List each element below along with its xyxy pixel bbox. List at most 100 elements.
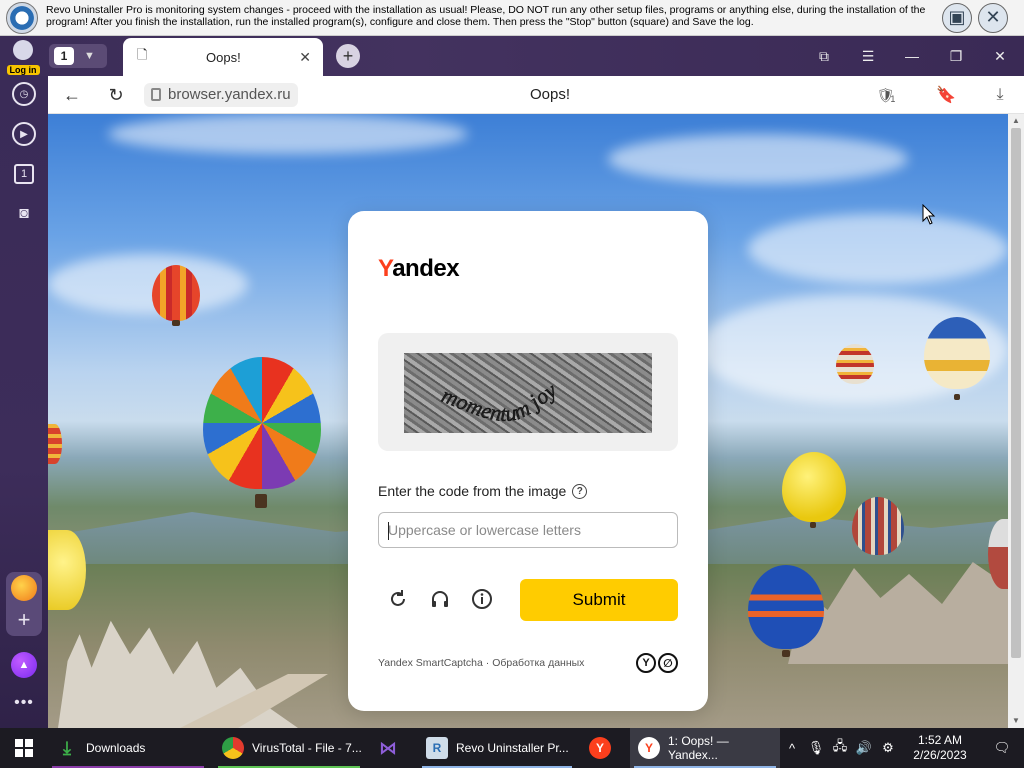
screenshot-icon[interactable]: ◙ [12,202,36,226]
captcha-footer[interactable]: Yandex SmartCaptcha · Обработка данных [378,657,584,669]
protect-badge: 1 [890,94,896,104]
browser-sidebar: ◷ ▶ 1 ◙ + ▲ ••• [0,76,48,728]
balloon [836,344,874,384]
taskbar-label: Revo Uninstaller Pr... [456,741,569,755]
download-icon[interactable]: ⤓ [988,83,1012,107]
yandex-app-icon[interactable] [11,575,37,601]
balloon [782,452,846,522]
refresh-icon[interactable] [386,587,410,611]
captcha-prompt: Enter the code from the image ? [378,483,588,499]
avatar-icon [13,40,33,60]
revo-logo-icon [6,1,38,34]
page-scrollbar[interactable]: ▲ ▼ [1008,114,1024,728]
browser-titlebar: Log in 1 ▼ 🗋 Oops! ✕ + ⧉ ☰ — ❐ ✕ [0,36,1024,76]
balloon-large [203,357,321,489]
clock-time: 1:52 AM [917,733,963,747]
submit-button[interactable]: Submit [520,579,678,621]
yandex-icon: Y [589,737,611,759]
taskbar-item-chrome[interactable]: VirusTotal - File - 7... [214,728,364,768]
add-app-icon[interactable]: + [12,607,36,632]
page-icon: 🗋 [137,47,148,62]
chevron-down-icon: ▼ [84,50,95,62]
yandex-browser-icon: Y [638,737,660,759]
alice-assistant-icon[interactable]: ▲ [11,652,37,678]
back-icon[interactable]: ← [60,83,84,107]
taskbar-item-revo[interactable]: R Revo Uninstaller Pr... [418,728,576,768]
new-tab-button[interactable]: + [336,44,360,68]
microphone-icon[interactable]: 🎙 [804,740,828,756]
text-caret [388,522,389,540]
taskbar-label: VirusTotal - File - 7... [252,741,362,755]
login-button[interactable]: Log in [4,40,42,75]
captcha-card: Yandex momentum joy Enter the code from … [348,211,708,711]
balloon-basket [810,522,816,528]
video-play-icon[interactable]: ▶ [12,122,36,146]
more-icon[interactable]: ••• [12,694,36,712]
mouse-cursor-icon [922,204,936,225]
balloon-basket [172,320,180,326]
reload-icon[interactable]: ↻ [104,83,128,107]
url-field[interactable]: browser.yandex.ru [144,83,298,107]
captcha-input-box[interactable] [378,512,678,548]
protect-icon[interactable]: 🛡 1 [874,83,898,107]
network-icon[interactable]: 🖧 [828,737,852,759]
scroll-up-icon[interactable]: ▲ [1008,114,1024,128]
visual-studio-icon: ⋈ [379,737,397,758]
lock-icon [151,88,161,101]
logo-y: Y [378,255,393,282]
cloud [608,134,908,184]
revo-window-icon[interactable]: ▣ [942,2,972,33]
cloud [48,254,248,314]
tab-active[interactable]: 🗋 Oops! ✕ [123,38,323,76]
balloon [748,565,824,649]
taskbar: ⤓ Downloads VirusTotal - File - 7... ⋈ R… [0,728,1024,768]
balloon-basket [954,394,960,400]
tab-title: Oops! [206,49,241,65]
volume-icon[interactable]: 🔊 [852,740,876,756]
taskbar-item-yandex-window[interactable]: Y 1: Oops! — Yandex... [630,728,780,768]
balloon [48,424,62,464]
info-icon[interactable] [470,587,494,611]
scroll-down-icon[interactable]: ▼ [1008,714,1024,728]
tab-count-button[interactable]: 1 ▼ [49,44,107,68]
balloon [924,317,990,389]
captcha-input[interactable] [379,513,677,547]
help-icon[interactable]: ? [572,483,588,499]
captcha-image-box: momentum joy [378,333,678,451]
captcha-text: momentum joy [438,377,561,426]
download-arrow-icon: ⤓ [63,737,71,758]
restore-icon[interactable]: ❐ [934,36,978,76]
balloon [852,497,904,555]
bookmark-icon[interactable]: 🔖 [934,83,958,107]
collections-icon[interactable]: ⧉ [802,36,846,76]
history-icon[interactable]: ◷ [12,82,36,106]
chrome-icon [222,737,244,759]
close-window-icon[interactable]: ✕ [978,36,1022,76]
windows-start-icon[interactable] [0,728,48,768]
scroll-thumb[interactable] [1011,128,1021,658]
minimize-icon[interactable]: — [890,36,934,76]
revo-stop-icon[interactable]: ✕ [978,2,1008,33]
balloon [152,265,200,321]
balloon-basket [255,494,267,508]
taskbar-item-visualstudio[interactable]: ⋈ [364,728,412,768]
taskbar-item-downloads[interactable]: ⤓ Downloads [48,728,208,768]
chevron-up-icon[interactable]: ^ [780,741,804,756]
tabs-badge-icon[interactable]: 1 [14,164,34,184]
smartcaptcha-logo-icon: Y ∅ [636,653,680,675]
prompt-text: Enter the code from the image [378,483,567,499]
clock[interactable]: 1:52 AM 2/26/2023 [900,733,980,763]
cloud [108,114,468,154]
balloon-basket [782,650,790,657]
system-tray: ^ 🎙 🖧 🔊 ⚙ 1:52 AM 2/26/2023 🗨 [780,728,1024,768]
revo-icon: R [426,737,448,759]
login-label: Log in [6,65,40,75]
settings-gear-icon[interactable]: ⚙ [876,740,900,756]
notifications-icon[interactable]: 🗨 [980,740,1024,756]
headphones-icon[interactable] [428,587,452,611]
url-text: browser.yandex.ru [168,86,291,103]
balloon [48,530,86,610]
taskbar-item-yandex[interactable]: Y [576,728,624,768]
close-tab-icon[interactable]: ✕ [299,49,311,66]
menu-icon[interactable]: ☰ [846,36,890,76]
